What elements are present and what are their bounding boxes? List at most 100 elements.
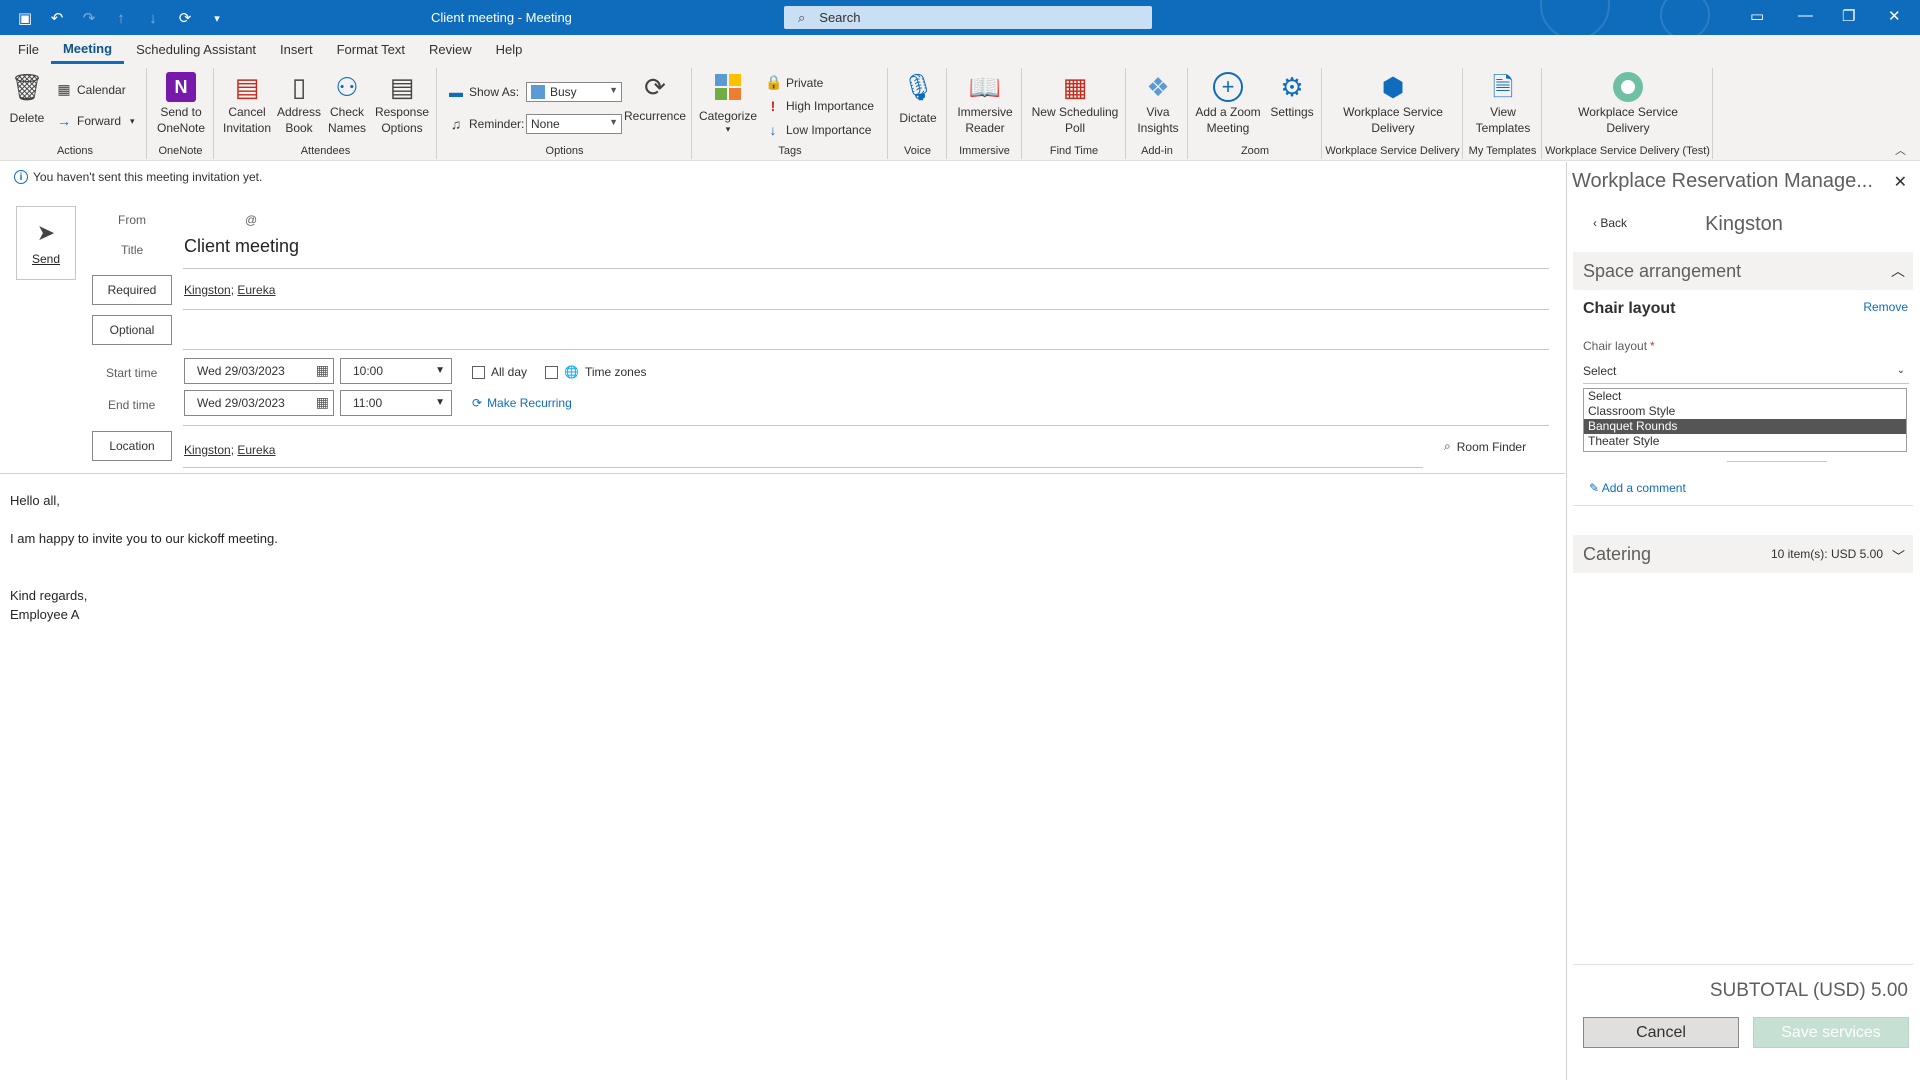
- space-arrangement-header[interactable]: Space arrangement ︿: [1573, 252, 1913, 290]
- tab-format-text[interactable]: Format Text: [325, 35, 417, 64]
- new-scheduling-poll-button[interactable]: ▦ New Scheduling Poll: [1031, 70, 1119, 136]
- immersive-reader-label: Immersive Reader: [957, 105, 1013, 135]
- room-finder-button[interactable]: ⌕ Room Finder: [1444, 439, 1526, 454]
- ribbon-display-icon[interactable]: ▭: [1750, 7, 1764, 25]
- response-options-button[interactable]: ▤ Response Options: [373, 70, 431, 136]
- dropdown-option[interactable]: Theater Style: [1584, 434, 1906, 449]
- start-date-picker[interactable]: Wed 29/03/2023 ▦: [184, 358, 334, 384]
- calendar-button[interactable]: ▦ Calendar: [56, 81, 125, 98]
- location-button[interactable]: Location: [92, 431, 172, 461]
- required-recipients[interactable]: Kingston; Eureka: [184, 283, 275, 297]
- tab-review[interactable]: Review: [417, 35, 484, 64]
- start-time-select[interactable]: 10:00 ▼: [340, 358, 452, 384]
- dropdown-option[interactable]: Classroom Style: [1584, 404, 1906, 419]
- search-icon: ⌕: [798, 9, 806, 25]
- restore-icon[interactable]: ❐: [1842, 7, 1855, 25]
- message-body[interactable]: Hello all, I am happy to invite you to o…: [10, 491, 278, 624]
- minimize-icon[interactable]: —: [1798, 7, 1813, 24]
- calendar-icon[interactable]: ▦: [316, 394, 329, 411]
- search-box[interactable]: ⌕ Search: [784, 6, 1152, 29]
- recipient-chip[interactable]: Eureka: [237, 283, 275, 297]
- required-button[interactable]: Required: [92, 275, 172, 305]
- delete-button[interactable]: 🗑 Delete: [9, 70, 45, 126]
- low-importance-label: Low Importance: [786, 123, 872, 137]
- calendar-icon[interactable]: ▦: [316, 362, 329, 379]
- zoom-settings-button[interactable]: ⚙ Settings: [1267, 70, 1317, 120]
- high-importance-button[interactable]: ! High Importance: [765, 98, 874, 114]
- title-input[interactable]: Client meeting: [184, 236, 299, 257]
- catering-summary: 10 item(s): USD 5.00: [1770, 547, 1883, 561]
- send-label: Send: [31, 252, 61, 266]
- time-zones-checkbox[interactable]: 🌐 Time zones: [545, 365, 647, 379]
- response-options-label: Response Options: [374, 105, 430, 135]
- forward-button[interactable]: → Forward ▾: [56, 113, 135, 129]
- dictate-button[interactable]: 🎙 Dictate: [895, 70, 941, 126]
- viva-insights-button[interactable]: ❖ Viva Insights: [1133, 70, 1183, 136]
- optional-button[interactable]: Optional: [92, 315, 172, 345]
- search-placeholder: Search: [819, 10, 861, 25]
- recurrence-label: Recurrence: [623, 109, 687, 123]
- location-recipients[interactable]: Kingston; Eureka: [184, 443, 275, 457]
- close-window-icon[interactable]: ✕: [1888, 7, 1901, 25]
- previous-item-icon[interactable]: ↑: [110, 7, 132, 29]
- customize-qat-icon[interactable]: ▾: [206, 7, 228, 29]
- subtotal: SUBTOTAL (USD) 5.00: [1709, 980, 1908, 1001]
- wsd-test-button[interactable]: Workplace Service Delivery: [1565, 70, 1691, 136]
- location-chip[interactable]: Eureka: [237, 443, 275, 457]
- all-day-label: All day: [491, 365, 528, 379]
- reminder-select[interactable]: None ▼: [526, 114, 622, 134]
- dropdown-option-highlighted[interactable]: Banquet Rounds: [1584, 419, 1906, 434]
- low-importance-button[interactable]: ↓ Low Importance: [765, 122, 872, 138]
- forward-label: Forward: [77, 114, 122, 128]
- from-value[interactable]: @: [245, 213, 257, 227]
- send-button[interactable]: ➤ Send: [16, 206, 76, 280]
- next-item-icon[interactable]: ↓: [142, 7, 164, 29]
- undo-icon[interactable]: ↶: [46, 7, 68, 29]
- tab-insert[interactable]: Insert: [268, 35, 325, 64]
- dropdown-option[interactable]: Select: [1584, 389, 1906, 404]
- end-time-select[interactable]: 11:00 ▼: [340, 390, 452, 416]
- chair-layout-select[interactable]: Select ⌄: [1583, 364, 1909, 384]
- view-templates-button[interactable]: 🗎 View Templates: [1470, 70, 1536, 136]
- add-comment-link[interactable]: ✎ Add a comment: [1589, 481, 1686, 495]
- add-zoom-meeting-button[interactable]: + Add a Zoom Meeting: [1193, 70, 1263, 136]
- categorize-button[interactable]: Categorize ▾: [697, 70, 759, 134]
- save-icon[interactable]: ▣: [14, 7, 36, 29]
- location-chip[interactable]: Kingston: [184, 443, 231, 457]
- check-names-button[interactable]: ⚇ Check Names: [325, 70, 369, 136]
- cancel-invitation-button[interactable]: ▤ Cancel Invitation: [221, 70, 273, 136]
- make-recurring-link[interactable]: ⟳ Make Recurring: [472, 396, 572, 410]
- delete-label: Delete: [9, 111, 45, 125]
- info-bar: i You haven't sent this meeting invitati…: [14, 170, 262, 184]
- chevron-down-icon: ▾: [725, 124, 731, 134]
- send-to-onenote-button[interactable]: N Send to OneNote: [154, 70, 208, 136]
- pane-title: Workplace Reservation Manage...: [1572, 170, 1873, 192]
- all-day-checkbox[interactable]: All day: [472, 365, 527, 379]
- show-as-select[interactable]: Busy ▼: [526, 82, 622, 102]
- tab-help[interactable]: Help: [484, 35, 535, 64]
- cancel-button[interactable]: Cancel: [1583, 1017, 1739, 1048]
- recurrence-icon: ⟳: [472, 396, 483, 410]
- recipient-chip[interactable]: Kingston: [184, 283, 231, 297]
- tab-file[interactable]: File: [18, 35, 51, 64]
- recurrence-button[interactable]: ⟳ Recurrence: [622, 70, 688, 124]
- refresh-icon[interactable]: ⟳: [174, 7, 196, 29]
- tab-meeting[interactable]: Meeting: [50, 35, 125, 64]
- immersive-reader-button[interactable]: 📖 Immersive Reader: [954, 70, 1016, 136]
- redo-icon[interactable]: ↷: [78, 7, 100, 29]
- chair-layout-label: Chair layout *: [1583, 339, 1655, 353]
- decoration: [1660, 0, 1710, 35]
- wsd-button[interactable]: ⬢ Workplace Service Delivery: [1333, 70, 1453, 136]
- save-services-button[interactable]: Save services: [1753, 1017, 1909, 1048]
- close-pane-icon[interactable]: ✕: [1894, 172, 1907, 192]
- bell-icon: ♫: [450, 116, 462, 132]
- remove-link[interactable]: Remove: [1863, 300, 1908, 314]
- collapse-ribbon-icon[interactable]: ︿: [1895, 142, 1906, 158]
- group-label-voice: Voice: [904, 145, 931, 157]
- catering-header[interactable]: Catering 10 item(s): USD 5.00 ﹀: [1573, 535, 1913, 573]
- add-comment-label: Add a comment: [1601, 481, 1686, 495]
- private-button[interactable]: 🔒 Private: [765, 74, 823, 91]
- end-date-picker[interactable]: Wed 29/03/2023 ▦: [184, 390, 334, 416]
- address-book-button[interactable]: ▯ Address Book: [277, 70, 321, 136]
- tab-scheduling-assistant[interactable]: Scheduling Assistant: [124, 35, 268, 64]
